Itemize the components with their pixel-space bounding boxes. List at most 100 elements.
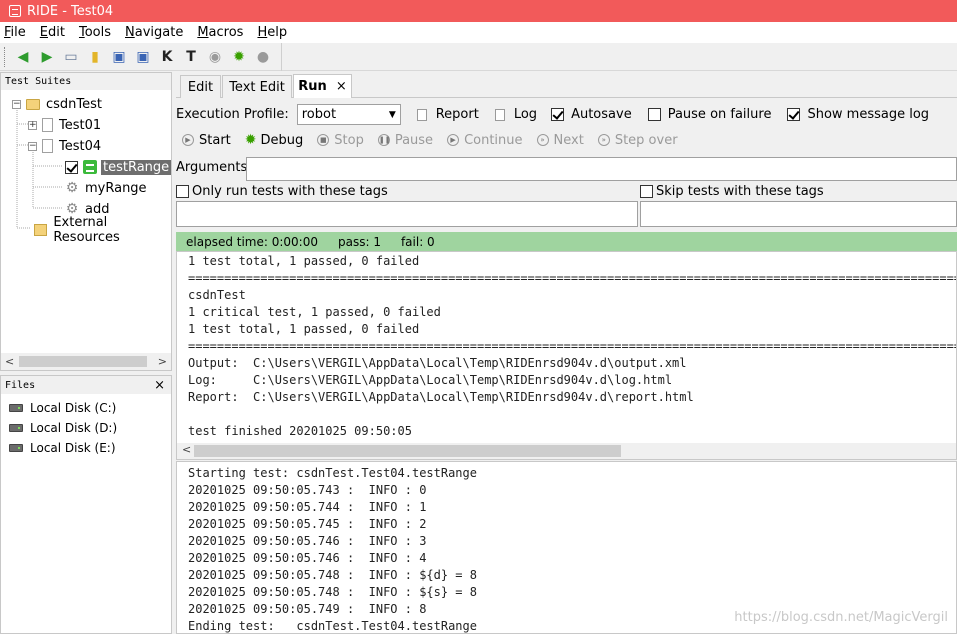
only-run-tags-input[interactable] <box>176 201 638 227</box>
close-tab-icon[interactable]: × <box>336 79 347 94</box>
output-horizontal-scrollbar[interactable]: < <box>177 443 956 459</box>
pause-on-failure-checkbox[interactable] <box>647 108 661 121</box>
toolbar-separator <box>0 43 282 71</box>
close-icon[interactable]: × <box>154 378 165 393</box>
scroll-left-icon[interactable]: < <box>5 355 14 368</box>
output-console[interactable]: 1 test total, 1 passed, 0 failed ========… <box>176 251 957 460</box>
show-message-log-label: Show message log <box>807 107 930 122</box>
watermark: https://blog.csdn.net/MagicVergil <box>734 610 948 625</box>
test-suites-panel: Test Suites − csdnTest + Test01 − Test04… <box>0 72 172 371</box>
report-doc-icon[interactable] <box>416 108 427 121</box>
tree-node-test01[interactable]: + Test01 <box>28 115 101 135</box>
message-log-line: 20201025 09:50:05.746 : INFO : 3 <box>188 534 427 548</box>
expand-icon[interactable]: + <box>28 120 37 130</box>
menu-tools[interactable]: Tools <box>79 25 111 40</box>
disk-drive-icon <box>9 404 23 412</box>
scroll-thumb[interactable] <box>19 356 147 367</box>
tree-node-csdntest[interactable]: − csdnTest <box>12 94 102 114</box>
tree-horizontal-scrollbar[interactable]: < > <box>1 353 171 370</box>
skip-tags-checkbox[interactable] <box>640 184 653 198</box>
message-log[interactable]: Starting test: csdnTest.Test04.testRange… <box>176 461 957 634</box>
tree-node-myrange[interactable]: ⚙ myRange <box>65 178 147 198</box>
skip-tags-row: Skip tests with these tags <box>640 183 824 199</box>
collapse-icon[interactable]: − <box>28 141 37 151</box>
arguments-input[interactable] <box>246 157 957 181</box>
menu-file[interactable]: File <box>4 25 26 40</box>
scroll-thumb[interactable] <box>194 445 621 457</box>
start-button[interactable]: ▶ Start <box>182 133 231 148</box>
menu-help[interactable]: Help <box>257 25 287 40</box>
run-panel: Execution Profile: robot ▼ Report Log Au… <box>176 98 957 232</box>
file-item-c[interactable]: Local Disk (C:) <box>9 398 171 418</box>
file-item-d[interactable]: Local Disk (D:) <box>9 418 171 438</box>
disk-drive-icon <box>9 444 23 452</box>
file-icon <box>42 118 53 132</box>
stop-label: Stop <box>334 132 364 148</box>
tab-label: Text Edit <box>229 79 285 95</box>
menu-macros[interactable]: Macros <box>197 25 243 40</box>
continue-label: Continue <box>464 132 523 148</box>
message-log-line: 20201025 09:50:05.744 : INFO : 1 <box>188 500 427 514</box>
show-message-log-checkbox[interactable] <box>787 108 801 121</box>
output-line: ========================================… <box>188 271 956 285</box>
keyword-gear-icon: ⚙ <box>65 180 79 196</box>
test-case-icon <box>83 160 97 174</box>
collapse-icon[interactable]: − <box>12 99 21 109</box>
output-line: Output: C:\Users\VERGIL\AppData\Local\Te… <box>188 356 687 370</box>
tab-text-edit[interactable]: Text Edit <box>222 75 292 98</box>
tree-node-testrange[interactable]: testRange <box>65 157 172 177</box>
menu-edit[interactable]: Edit <box>40 25 65 40</box>
execution-profile-label: Execution Profile: <box>176 107 289 122</box>
next-icon: » <box>536 134 549 146</box>
skip-tags-input[interactable] <box>640 201 957 227</box>
tree-node-test04[interactable]: − Test04 <box>28 136 101 156</box>
scroll-right-icon[interactable]: > <box>158 355 167 368</box>
pause-label: Pause <box>394 132 434 148</box>
elapsed-time: elapsed time: 0:00:00 <box>186 234 318 249</box>
files-title: Files <box>5 379 36 391</box>
message-log-line: 20201025 09:50:05.743 : INFO : 0 <box>188 483 427 497</box>
tab-label: Run <box>298 79 327 94</box>
file-item-label: Local Disk (E:) <box>30 441 116 455</box>
debug-button[interactable]: ✹ Debug <box>245 132 304 148</box>
stop-button[interactable]: ■ Stop <box>317 133 364 148</box>
start-label: Start <box>199 132 231 148</box>
folder-icon <box>26 98 40 110</box>
arguments-row: Arguments: <box>176 158 252 176</box>
fail-count: fail: 0 <box>400 234 435 249</box>
file-item-e[interactable]: Local Disk (E:) <box>9 438 171 458</box>
tree-node-label: Test04 <box>59 138 102 154</box>
file-icon <box>42 139 53 153</box>
tree-node-label: Test01 <box>59 117 102 133</box>
files-list: Local Disk (C:) Local Disk (D:) Local Di… <box>1 394 171 458</box>
next-button[interactable]: » Next <box>536 133 584 148</box>
test-selected-checkbox[interactable] <box>65 160 78 174</box>
only-run-tags-checkbox[interactable] <box>176 184 189 198</box>
tab-edit[interactable]: Edit <box>180 75 221 98</box>
test-suites-header: Test Suites <box>1 73 171 90</box>
debug-bug-icon: ✹ <box>244 132 257 148</box>
test-suites-tree: − csdnTest + Test01 − Test04 testRange ⚙… <box>1 90 172 350</box>
report-button[interactable]: Report <box>436 107 479 122</box>
execution-profile-select[interactable]: robot ▼ <box>296 104 401 125</box>
continue-button[interactable]: ▶ Continue <box>447 132 523 148</box>
scroll-left-icon[interactable]: < <box>182 443 191 456</box>
tree-node-external-resources[interactable]: External Resources <box>34 215 171 245</box>
step-over-button[interactable]: » Step over <box>597 133 678 148</box>
menu-navigate[interactable]: Navigate <box>125 25 183 40</box>
output-text: 1 test total, 1 passed, 0 failed ========… <box>177 252 956 440</box>
log-button[interactable]: Log <box>514 107 537 122</box>
output-line: Report: C:\Users\VERGIL\AppData\Local\Te… <box>188 390 694 404</box>
autosave-checkbox[interactable] <box>551 108 565 121</box>
message-log-line: 20201025 09:50:05.748 : INFO : ${d} = 8 <box>188 568 477 582</box>
log-doc-icon[interactable] <box>494 108 505 121</box>
execution-profile-row: Execution Profile: robot ▼ Report Log Au… <box>176 104 929 125</box>
files-header: Files × <box>1 376 171 394</box>
arguments-label: Arguments: <box>176 159 252 175</box>
tab-run[interactable]: Run × <box>293 74 352 98</box>
message-log-line: 20201025 09:50:05.748 : INFO : ${s} = 8 <box>188 585 477 599</box>
title-bar: RIDE - Test04 <box>0 0 957 22</box>
run-status-bar: elapsed time: 0:00:00 pass: 1 fail: 0 <box>176 232 957 251</box>
pause-button[interactable]: ❚❚ Pause <box>377 132 434 148</box>
